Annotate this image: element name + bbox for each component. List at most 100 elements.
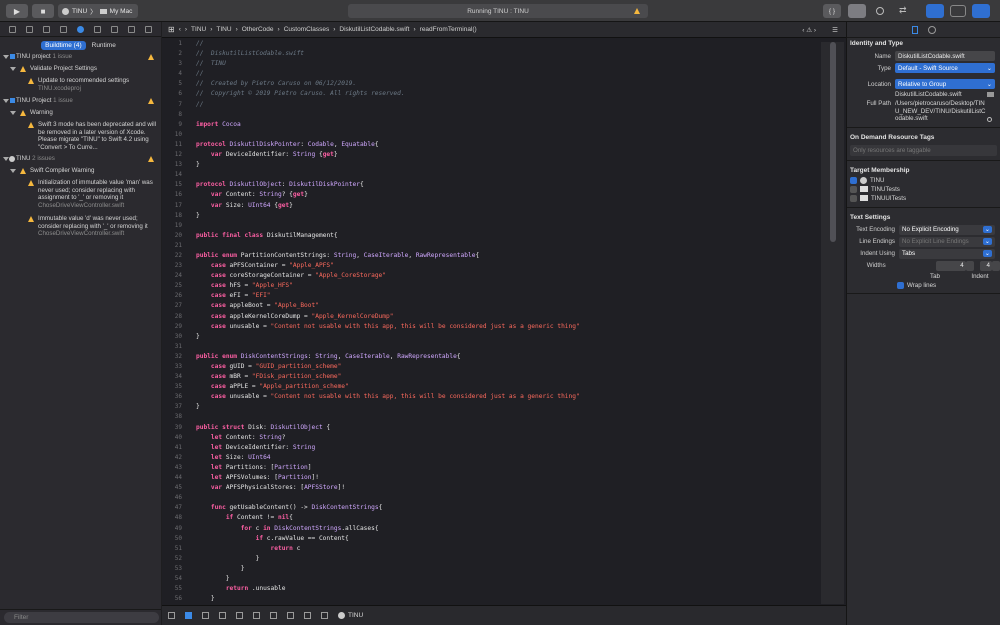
run-button[interactable]: ▶ [6,4,28,18]
code-line[interactable]: } [196,574,816,584]
step-over-icon[interactable] [219,612,226,619]
code-line[interactable]: // DiskutilListCodable.swift [196,49,816,59]
issue-item[interactable]: Update to recommended settings TINU.xcod… [0,77,157,97]
encoding-popup[interactable]: No Explicit Encoding ⌄ [899,224,995,235]
code-line[interactable]: let DeviceIdentifier: String [196,443,816,453]
wrap-lines-checkbox[interactable] [897,281,904,289]
target-checkbox[interactable] [850,176,857,184]
view-hierarchy-icon[interactable] [270,612,277,619]
code-line[interactable]: // Created by Pietro Caruso on 06/12/201… [196,79,816,89]
minimap-scroller[interactable] [821,42,844,604]
jump-folder-customclasses[interactable]: CustomClasses [284,26,330,33]
back-icon[interactable]: ‹ [179,26,181,33]
folder-icon[interactable] [9,25,16,33]
version-editor-toggle[interactable]: ⇄ [896,4,914,18]
jump-folder-tinu[interactable]: TINU [216,26,231,33]
issue-group[interactable]: TINU project 1 issue [0,53,157,65]
code-line[interactable]: } [196,564,816,574]
environment-icon[interactable] [304,612,311,619]
target-row-tests[interactable]: TINUTests [847,185,1000,194]
code-line[interactable]: if c.rawValue == Content{ [196,534,816,544]
scroll-thumb[interactable] [830,42,836,242]
code-line[interactable]: public struct Disk: DiskutilObject { [196,423,816,433]
code-line[interactable]: case hFS = "Apple_HFS" [196,281,816,291]
type-popup[interactable]: Default - Swift Source ⌄ [895,63,995,73]
debug-target[interactable]: TINU [338,612,363,619]
hide-debug-icon[interactable] [168,612,175,619]
code-line[interactable] [196,170,816,180]
code-line[interactable]: protocol DiskutilObject: DiskutilDiskPoi… [196,180,816,190]
code-line[interactable]: // Copyright © 2019 Pietro Caruso. All r… [196,89,816,99]
warning-icon[interactable] [634,8,640,14]
code-line[interactable]: } [196,402,816,412]
code-line[interactable]: protocol DiskutilDiskPointer: Codable, E… [196,140,816,150]
code-line[interactable]: // [196,69,816,79]
code-line[interactable]: // [196,100,816,110]
code-line[interactable] [196,130,816,140]
issue-group[interactable]: TINU 2 issues [0,155,157,167]
code-line[interactable]: case unusable = "Content not usable with… [196,322,816,332]
related-items-icon[interactable]: ⊞ [168,25,175,34]
file-icon[interactable] [911,25,918,34]
code-line[interactable]: var DeviceIdentifier: String {get} [196,150,816,160]
code-line[interactable] [196,412,816,422]
target-checkbox[interactable] [850,185,857,193]
code-line[interactable]: if Content != nil{ [196,513,816,523]
scheme-selector[interactable]: TINU 〉 My Mac [58,4,138,18]
code-line[interactable]: } [196,160,816,170]
code-area[interactable]: //// DiskutilListCodable.swift// TINU///… [196,39,816,605]
step-out-icon[interactable] [253,612,260,619]
issue-category[interactable]: Warning [0,109,157,121]
code-line[interactable] [196,493,816,503]
indent-width-stepper[interactable] [991,260,1000,271]
code-line[interactable]: case eFI = "EFI" [196,291,816,301]
buildtime-tab[interactable]: Buildtime (4) [41,41,86,50]
assistant-editor-toggle[interactable] [872,4,890,18]
code-line[interactable]: for c in DiskContentStrings.allCases{ [196,524,816,534]
standard-editor-toggle[interactable] [848,4,866,18]
code-line[interactable]: case appleKernelCoreDump = "Apple_Kernel… [196,312,816,322]
code-line[interactable]: let Content: String? [196,433,816,443]
code-line[interactable]: case appleBoot = "Apple_Boot" [196,301,816,311]
symbol-icon[interactable] [43,25,50,33]
location-icon[interactable] [321,612,328,619]
jump-file[interactable]: DiskutilListCodable.swift [339,26,409,33]
code-review-button[interactable]: { } [823,4,841,18]
code-line[interactable]: return c [196,544,816,554]
tab-width-stepper[interactable] [965,260,974,271]
code-line[interactable]: return .unusable [196,584,816,594]
code-line[interactable] [196,221,816,231]
code-line[interactable]: public final class DiskutilManagement{ [196,231,816,241]
source-control-icon[interactable] [26,25,33,33]
code-line[interactable]: // TINU [196,59,816,69]
find-icon[interactable] [60,25,67,33]
folder-icon[interactable] [987,92,994,97]
disclosure-icon[interactable] [3,99,9,103]
code-line[interactable]: case aPPLE = "Apple_partition_scheme" [196,382,816,392]
issue-icon[interactable] [77,25,84,33]
code-line[interactable]: case coreStorageContainer = "Apple_CoreS… [196,271,816,281]
line-endings-popup[interactable]: No Explicit Line Endings ⌄ [899,236,995,247]
code-line[interactable]: // [196,39,816,49]
code-line[interactable]: } [196,554,816,564]
code-line[interactable]: } [196,332,816,342]
step-in-icon[interactable] [236,612,243,619]
code-line[interactable]: var Size: UInt64 {get} [196,201,816,211]
target-row-uitests[interactable]: TINUUITests [847,194,1000,203]
code-line[interactable]: let Partitions: [Partition] [196,463,816,473]
code-line[interactable]: } [196,594,816,604]
tab-width-field[interactable]: 4 [935,260,966,271]
target-checkbox[interactable] [850,194,857,202]
issue-category[interactable]: Swift Compiler Warning [0,167,157,179]
code-line[interactable]: import Cocoa [196,120,816,130]
indent-popup[interactable]: Tabs ⌄ [899,248,995,259]
jump-project[interactable]: TINU [191,26,206,33]
code-line[interactable]: case gUID = "GUID_partition_scheme" [196,362,816,372]
issue-nav-arrows[interactable]: ‹ ⚠ › [802,26,816,34]
breakpoint-icon[interactable] [128,25,135,33]
memory-graph-icon[interactable] [287,612,294,619]
code-line[interactable]: public enum PartitionContentStrings: Str… [196,251,816,261]
runtime-tab[interactable]: Runtime [88,41,120,50]
code-line[interactable]: func getUsableContent() -> DiskContentSt… [196,503,816,513]
code-line[interactable]: } [196,211,816,221]
